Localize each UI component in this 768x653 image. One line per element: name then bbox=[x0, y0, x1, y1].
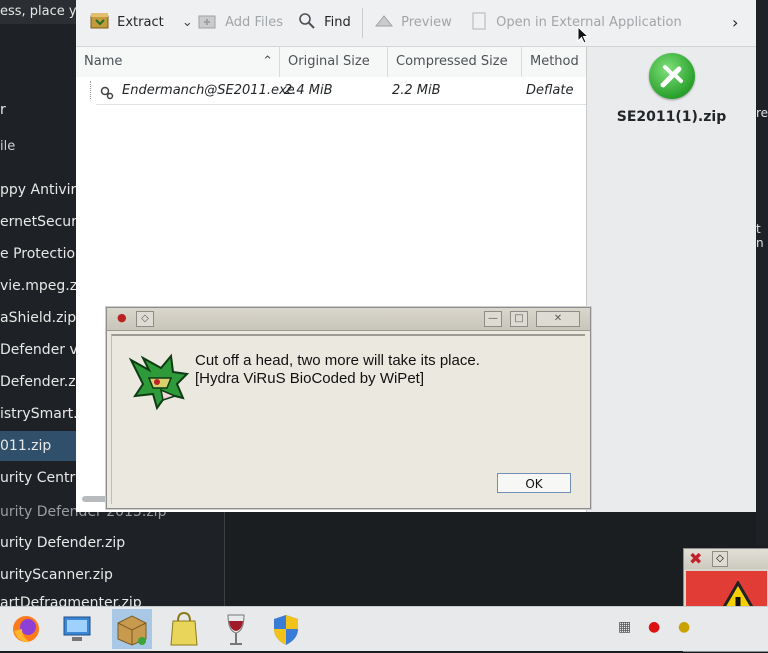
column-header-original-size[interactable]: Original Size bbox=[280, 47, 388, 77]
extract-button[interactable]: Extract ⌄ bbox=[90, 10, 193, 36]
archive-tools-icon bbox=[649, 53, 695, 99]
dialog-message-line-2: [Hydra ViRuS BioCoded by WiPet] bbox=[195, 370, 424, 387]
list-item[interactable]: urityScanner.zip bbox=[0, 560, 225, 590]
mouse-cursor-icon bbox=[577, 25, 590, 44]
close-icon[interactable]: ✖ bbox=[689, 549, 702, 568]
shopping-bag-icon[interactable] bbox=[164, 609, 204, 649]
tray-icon[interactable]: ● bbox=[678, 619, 690, 635]
menu-icon[interactable]: ◇ bbox=[136, 311, 154, 327]
background-right-text: t n bbox=[756, 222, 764, 250]
executable-file-icon bbox=[100, 84, 114, 100]
background-right-strip: rea t n bbox=[756, 0, 768, 545]
preview-icon bbox=[374, 12, 394, 30]
row-original-size: 2.4 MiB bbox=[284, 83, 333, 98]
hydra-dragon-icon bbox=[127, 352, 191, 411]
column-header-name[interactable]: Name ⌃ bbox=[76, 47, 280, 77]
column-header-method[interactable]: Method bbox=[522, 47, 586, 77]
list-item[interactable]: artDefragmenter.zip bbox=[0, 588, 225, 606]
dialog-message-line-1: Cut off a head, two more will take its p… bbox=[195, 352, 480, 369]
archive-info-panel: SE2011(1).zip bbox=[587, 47, 756, 512]
ok-button[interactable]: OK bbox=[497, 473, 571, 493]
firefox-icon[interactable] bbox=[6, 609, 46, 649]
open-external-icon bbox=[470, 12, 488, 30]
row-name: Endermanch@SE2011.exe bbox=[122, 83, 295, 98]
extract-label: Extract bbox=[117, 15, 164, 30]
background-top-bar: ess, place y bbox=[0, 0, 76, 24]
row-method: Deflate bbox=[526, 83, 574, 98]
background-right-text: rea bbox=[756, 106, 768, 120]
preview-label: Preview bbox=[401, 15, 452, 30]
chevron-right-icon[interactable]: › bbox=[732, 10, 738, 36]
menu-icon[interactable]: ◇ bbox=[712, 551, 728, 567]
hydra-message-dialog: ● ◇ — □ ✕ Cut off a head, two more will … bbox=[106, 307, 591, 509]
package-icon[interactable] bbox=[112, 609, 152, 649]
network-tray-icon[interactable]: ▦ bbox=[618, 619, 631, 635]
background-top-text: ess, place y bbox=[0, 4, 76, 19]
close-button[interactable]: ✕ bbox=[536, 311, 580, 327]
background-divider bbox=[224, 500, 225, 606]
windows-shield-icon[interactable] bbox=[266, 609, 306, 649]
column-header-compressed-size[interactable]: Compressed Size bbox=[388, 47, 522, 77]
network-monitor-icon[interactable] bbox=[58, 609, 98, 649]
alert-tray-icon[interactable]: ● bbox=[648, 619, 660, 635]
table-row[interactable]: Endermanch@SE2011.exe 2.4 MiB 2.2 MiB De… bbox=[96, 78, 586, 105]
wine-glass-icon[interactable] bbox=[216, 609, 256, 649]
maximize-button[interactable]: □ bbox=[510, 311, 528, 327]
add-files-label: Add Files bbox=[225, 15, 283, 30]
taskbar: ▦ ● ● bbox=[0, 606, 768, 651]
minimize-button[interactable]: — bbox=[484, 311, 502, 327]
list-item-selected[interactable]: 011.zip bbox=[0, 431, 76, 461]
chevron-down-icon[interactable]: ⌄ bbox=[182, 15, 193, 30]
toolbar-separator bbox=[362, 8, 363, 38]
list-item[interactable]: urity Defender.zip bbox=[0, 528, 225, 558]
archive-name: SE2011(1).zip bbox=[616, 109, 727, 125]
tree-line bbox=[90, 81, 92, 99]
find-label: Find bbox=[324, 15, 351, 30]
pin-icon[interactable]: ● bbox=[117, 311, 127, 324]
add-files-icon bbox=[198, 12, 218, 30]
add-files-button[interactable]: Add Files bbox=[198, 10, 283, 36]
sort-up-icon: ⌃ bbox=[262, 54, 273, 69]
background-bottom-list: urity Defender 2015.zip urity Defender.z… bbox=[0, 500, 225, 606]
error-popup-title-bar[interactable]: ✖ ◇ bbox=[684, 549, 768, 569]
dialog-message: Cut off a head, two more will take its p… bbox=[195, 352, 480, 388]
find-icon bbox=[298, 12, 316, 30]
dialog-title-bar[interactable]: ● ◇ — □ ✕ bbox=[107, 308, 590, 331]
open-external-button[interactable]: Open in External Application bbox=[470, 10, 682, 36]
row-compressed-size: 2.2 MiB bbox=[392, 83, 441, 98]
find-button[interactable]: Find bbox=[298, 10, 351, 36]
preview-button[interactable]: Preview bbox=[374, 10, 452, 36]
extract-icon bbox=[90, 12, 110, 30]
toolbar: Extract ⌄ Add Files Find Preview Open in… bbox=[76, 0, 756, 47]
